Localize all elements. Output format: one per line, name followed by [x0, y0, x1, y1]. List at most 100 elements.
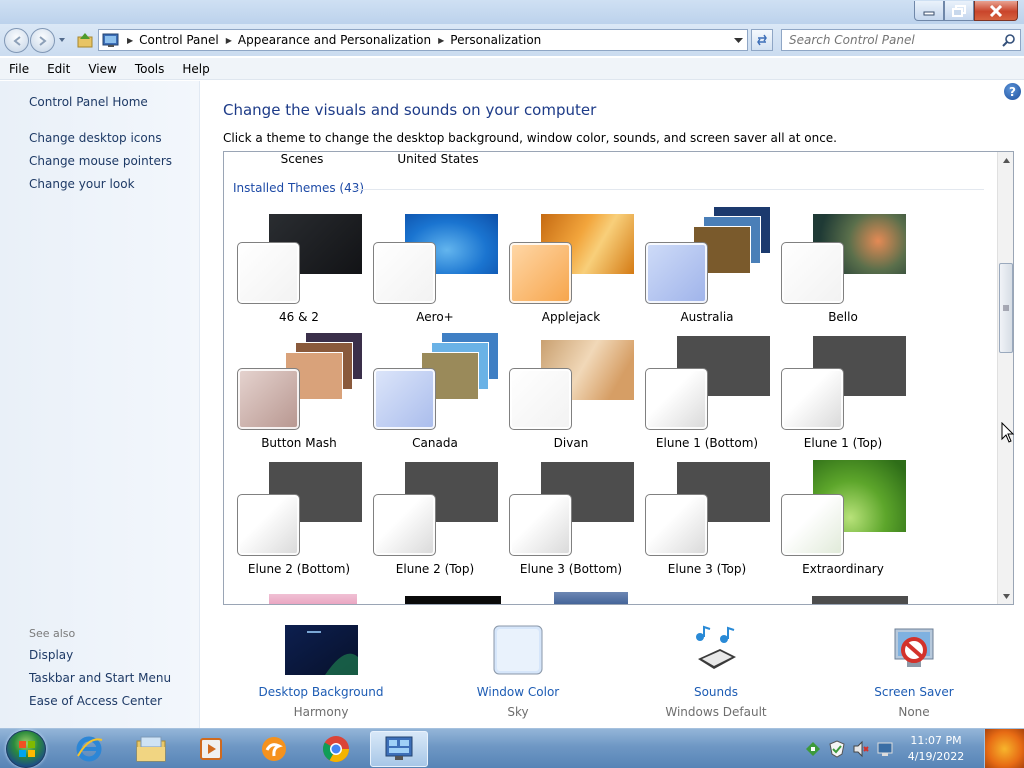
quick-link-value: Windows Default — [665, 705, 767, 719]
address-dropdown-icon[interactable] — [734, 37, 743, 44]
taskbar-chrome[interactable] — [309, 731, 363, 767]
screen-saver-link[interactable]: Screen Saver None — [824, 625, 1004, 719]
theme-window-color-swatch — [237, 368, 300, 430]
theme-window-color-swatch — [781, 494, 844, 556]
breadcrumb-control-panel[interactable]: Control Panel — [139, 33, 219, 47]
sounds-link[interactable]: Sounds Windows Default — [626, 625, 806, 719]
theme-tile[interactable]: Elune 3 (Bottom) — [509, 462, 634, 586]
help-icon[interactable]: ? — [1004, 83, 1021, 100]
taskbar-uc-browser[interactable] — [247, 731, 301, 767]
minimize-button[interactable] — [914, 1, 944, 21]
close-icon — [989, 4, 1003, 17]
theme-tile[interactable]: Elune 3 (Top) — [645, 462, 770, 586]
change-your-look-link[interactable]: Change your look — [29, 177, 135, 191]
breadcrumb-separator[interactable]: ▶ — [226, 36, 232, 45]
taskbar-windows-explorer[interactable] — [124, 731, 178, 767]
theme-name: Elune 3 (Bottom) — [519, 562, 623, 576]
display-link[interactable]: Display — [29, 648, 73, 662]
theme-tile[interactable]: Extraordinary — [781, 460, 906, 586]
search-input[interactable] — [782, 30, 982, 50]
restore-icon — [952, 4, 966, 17]
menu-tools[interactable]: Tools — [126, 62, 174, 76]
caption-buttons — [914, 1, 1018, 21]
scroll-down-arrow[interactable] — [999, 588, 1013, 604]
theme-name: Elune 2 (Bottom) — [247, 562, 351, 576]
theme-name: Elune 1 (Top) — [803, 436, 883, 450]
scroll-up-arrow[interactable] — [999, 152, 1013, 168]
theme-label[interactable]: United States — [378, 152, 498, 166]
theme-tile[interactable]: Bello — [781, 214, 906, 334]
menu-edit[interactable]: Edit — [38, 62, 79, 76]
search-icon[interactable] — [1002, 33, 1016, 47]
taskbar-control-panel[interactable] — [370, 731, 428, 767]
start-button[interactable] — [6, 730, 46, 768]
recent-pages-dropdown-icon[interactable] — [58, 36, 66, 44]
internet-explorer-icon — [76, 736, 103, 762]
quick-link-label[interactable]: Desktop Background — [231, 685, 411, 699]
breadcrumb-appearance[interactable]: Appearance and Personalization — [238, 33, 431, 47]
control-panel-home-link[interactable]: Control Panel Home — [29, 95, 148, 109]
breadcrumb-personalization[interactable]: Personalization — [450, 33, 541, 47]
theme-tile[interactable]: Elune 1 (Top) — [781, 336, 906, 460]
theme-thumbnail-partial[interactable] — [269, 594, 357, 604]
desktop-background-link[interactable]: Desktop Background Harmony — [231, 625, 411, 719]
group-header[interactable]: Installed Themes (43) — [233, 181, 364, 195]
close-button[interactable] — [974, 1, 1018, 21]
quick-link-label[interactable]: Window Color — [428, 685, 608, 699]
theme-tile[interactable]: Canada — [373, 332, 499, 460]
volume-muted-icon[interactable] — [852, 740, 870, 758]
taskbar-start-menu-link[interactable]: Taskbar and Start Menu — [29, 671, 171, 685]
restore-button[interactable] — [944, 1, 974, 21]
grip-icon — [1003, 305, 1009, 311]
theme-window-color-swatch — [645, 368, 708, 430]
ease-of-access-link[interactable]: Ease of Access Center — [29, 694, 162, 708]
show-desktop-button[interactable] — [984, 729, 1024, 768]
theme-name: Elune 3 (Top) — [667, 562, 747, 576]
theme-tile[interactable]: Elune 2 (Bottom) — [237, 462, 362, 586]
theme-thumbnail-partial[interactable] — [812, 596, 908, 604]
forward-button[interactable] — [30, 28, 55, 53]
back-button[interactable] — [4, 28, 29, 53]
scroll-thumb[interactable] — [999, 263, 1013, 353]
notification-area — [804, 740, 894, 758]
action-center-icon[interactable] — [828, 740, 846, 758]
theme-tile[interactable]: 46 & 2 — [237, 214, 362, 334]
theme-tile[interactable]: Applejack — [509, 214, 634, 334]
theme-name: Extraordinary — [802, 562, 884, 576]
theme-label[interactable]: Scenes — [242, 152, 362, 166]
theme-tile[interactable]: Aero+ — [373, 214, 498, 334]
menu-help[interactable]: Help — [173, 62, 218, 76]
theme-tile[interactable]: Elune 2 (Top) — [373, 462, 498, 586]
change-mouse-pointers-link[interactable]: Change mouse pointers — [29, 154, 172, 168]
taskbar-media-player[interactable] — [184, 731, 238, 767]
taskbar-internet-explorer[interactable] — [62, 731, 116, 767]
change-desktop-icons-link[interactable]: Change desktop icons — [29, 131, 162, 145]
theme-name: Elune 1 (Bottom) — [655, 436, 759, 450]
window-color-link[interactable]: Window Color Sky — [428, 625, 608, 719]
address-bar[interactable]: ▶ Control Panel ▶ Appearance and Persona… — [98, 29, 748, 51]
theme-tile[interactable]: Elune 1 (Bottom) — [645, 336, 770, 460]
search-box[interactable] — [781, 29, 1021, 51]
system-clock[interactable]: 11:07 PM 4/19/2022 — [903, 733, 969, 765]
theme-thumbnail-partial[interactable] — [405, 596, 501, 604]
scroll-up-icon — [1002, 157, 1010, 163]
taskbar: 11:07 PM 4/19/2022 — [0, 728, 1024, 768]
theme-tile[interactable]: Button Mash — [237, 332, 363, 460]
quick-link-label[interactable]: Screen Saver — [824, 685, 1004, 699]
up-folder-icon[interactable] — [76, 31, 94, 49]
theme-thumbnail-partial[interactable] — [554, 592, 628, 604]
media-player-icon — [200, 738, 222, 760]
theme-list[interactable]: Scenes United States Installed Themes (4… — [223, 151, 1014, 605]
theme-tile[interactable]: Australia — [645, 206, 771, 334]
display-settings-icon[interactable] — [876, 740, 894, 758]
quick-link-label[interactable]: Sounds — [626, 685, 806, 699]
breadcrumb-separator[interactable]: ▶ — [438, 36, 444, 45]
theme-name: Australia — [680, 310, 734, 324]
network-icon[interactable] — [804, 740, 822, 758]
refresh-button[interactable] — [751, 29, 773, 51]
menu-file[interactable]: File — [0, 62, 38, 76]
menu-view[interactable]: View — [79, 62, 125, 76]
navigation-bar: ▶ Control Panel ▶ Appearance and Persona… — [0, 24, 1024, 56]
theme-list-scrollbar[interactable] — [997, 152, 1013, 604]
theme-tile[interactable]: Divan — [509, 340, 634, 460]
